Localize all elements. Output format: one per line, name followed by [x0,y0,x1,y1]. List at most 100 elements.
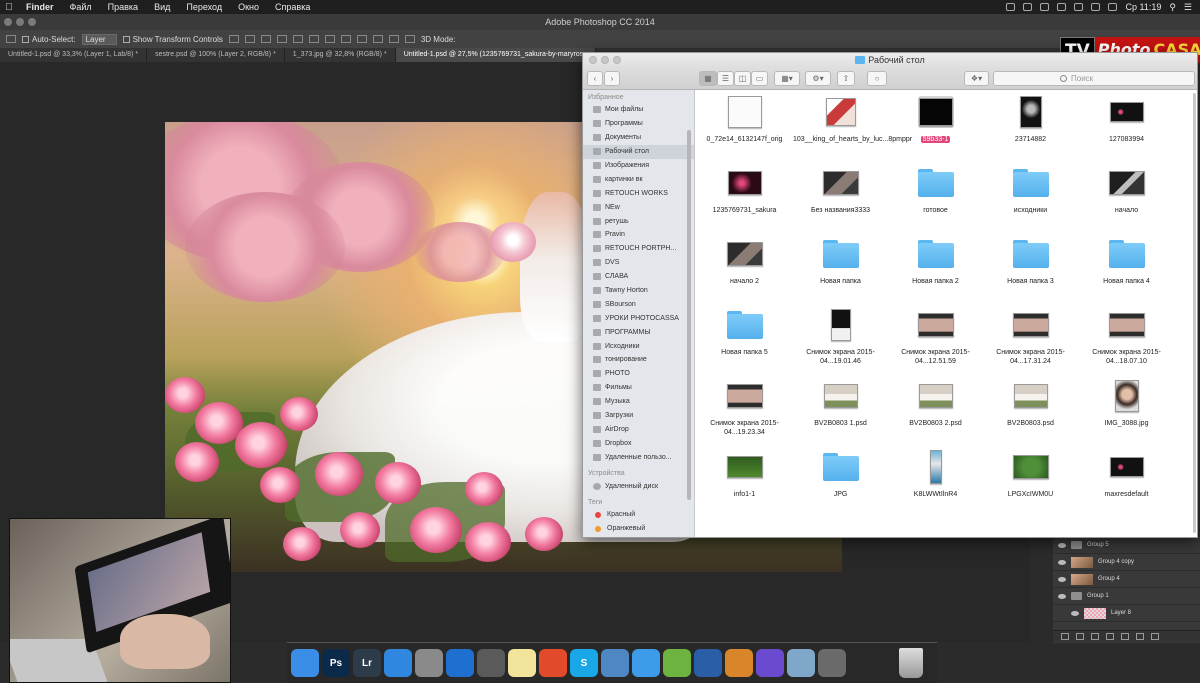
file-item[interactable]: BV2B0803 2.psd [888,374,983,444]
adjustment-icon[interactable] [1106,633,1114,640]
coverflow-view-button[interactable]: ▭ [751,71,768,86]
move-tool-icon[interactable] [6,35,16,43]
visibility-eye-icon[interactable] [1058,576,1066,582]
file-item[interactable]: начало 2 [697,232,792,302]
layer-row[interactable]: Group 5 [1053,537,1200,554]
photoshop-icon[interactable]: Ps [322,649,350,677]
file-item[interactable]: Снимок экрана 2015-04...12.51.59 [888,303,983,373]
folder-item[interactable]: Новая папка 5 [697,303,792,373]
align-right-icon[interactable] [308,35,319,43]
share-button[interactable]: ⇧ [837,71,855,86]
sidebar-item[interactable]: Tawny Horton [583,284,694,298]
visibility-eye-icon[interactable] [1058,559,1066,565]
status-icon[interactable] [1006,3,1016,11]
minimize-button[interactable] [16,18,24,26]
document-tab-active[interactable]: Untitled-1.psd @ 27,5% (1235769731_sakur… [395,48,597,62]
align-left-icon[interactable] [276,35,287,43]
sidebar-tag-item[interactable]: Красный [583,508,694,522]
align-middle-icon[interactable] [244,35,255,43]
sidebar-item[interactable]: Исходники [583,339,694,353]
file-item[interactable]: 1235769731_sakura [697,161,792,231]
file-item[interactable]: Без названия3333 [793,161,888,231]
wifi-icon[interactable] [1057,3,1067,11]
status-icon[interactable] [1040,3,1050,11]
distribute-icon[interactable] [324,35,335,43]
auto-select-dropdown[interactable]: Layer [81,33,117,45]
sidebar-scrollbar[interactable] [687,130,691,500]
menu-app-name[interactable]: Finder [18,2,62,12]
file-item[interactable]: 127083994 [1079,90,1174,160]
file-item[interactable]: Снимок экрана 2015-04...19.23.34 [697,374,792,444]
icon-view-button[interactable]: ▦ [699,71,717,86]
file-item[interactable]: info1-1 [697,445,792,515]
notes-icon[interactable] [508,649,536,677]
sidebar-device-item[interactable]: Удаленный диск [583,479,694,493]
status-icon[interactable] [1023,3,1033,11]
sidebar-item[interactable]: Dropbox [583,436,694,450]
layer-row[interactable]: Group 4 copy [1053,554,1200,571]
file-item[interactable]: 0_72e14_6132147f_orig [697,90,792,160]
folder-item[interactable]: готовое [888,161,983,231]
layer-row[interactable]: Group 4 [1053,571,1200,588]
layer-row[interactable]: Layer 8 [1053,605,1200,622]
sidebar-item[interactable]: СЛАВА [583,270,694,284]
sidebar-tag-item[interactable]: Оранжевый [583,522,694,536]
volume-icon[interactable] [1074,3,1084,11]
sidebar-item[interactable]: SBourson [583,297,694,311]
speaker-icon[interactable] [818,649,846,677]
garageband-icon[interactable] [725,649,753,677]
layer-row[interactable]: Group 1 [1053,588,1200,605]
file-item[interactable]: 23714882 [983,90,1078,160]
link-icon[interactable] [1061,633,1069,640]
menu-view[interactable]: Вид [146,2,178,12]
dropbox-button[interactable]: ❖▾ [964,71,989,86]
transform-checkbox[interactable]: Show Transform Controls [122,35,223,44]
menu-window[interactable]: Окно [230,2,267,12]
sidebar-item[interactable]: Фильмы [583,381,694,395]
flag-icon[interactable] [1091,3,1101,11]
zoom-button[interactable] [613,56,621,64]
mask-icon[interactable] [1091,633,1099,640]
auto-select-checkbox[interactable]: Auto-Select: [22,35,76,44]
reeder-icon[interactable] [539,649,567,677]
arrange-button[interactable]: ▦▾ [774,71,800,86]
menu-go[interactable]: Переход [178,2,230,12]
file-item[interactable]: BV2B0803 1.psd [793,374,888,444]
distribute-icon[interactable] [404,35,415,43]
iphoto-icon[interactable] [787,649,815,677]
clock[interactable]: Ср 11:19 [1125,2,1161,12]
file-item[interactable]: Снимок экрана 2015-04...19.01.46 [793,303,888,373]
file-item[interactable]: начало [1079,161,1174,231]
visibility-eye-icon[interactable] [1058,593,1066,599]
file-item[interactable]: BV2B0803.psd [983,374,1078,444]
file-item[interactable]: Снимок экрана 2015-04...18.07.10 [1079,303,1174,373]
list-view-button[interactable]: ☰ [717,71,734,86]
align-center-icon[interactable] [292,35,303,43]
sidebar-item[interactable]: RETOUCH PORTPH... [583,242,694,256]
utorrent-icon[interactable] [663,649,691,677]
document-tab[interactable]: sestre.psd @ 100% (Layer 2, RGB/8) * [147,48,285,62]
sidebar-item[interactable]: Pravin [583,228,694,242]
distribute-icon[interactable] [356,35,367,43]
tags-button[interactable]: ○ [867,71,887,86]
distribute-icon[interactable] [372,35,383,43]
action-gear-button[interactable]: ⚙▾ [805,71,831,86]
sidebar-item[interactable]: Загрузки [583,409,694,423]
sidebar-item[interactable]: DVS [583,256,694,270]
close-button[interactable] [589,56,597,64]
sidebar-item[interactable]: Изображения [583,159,694,173]
distribute-icon[interactable] [388,35,399,43]
finder-icon[interactable] [291,649,319,677]
visibility-eye-icon[interactable] [1071,610,1079,616]
checkbox-box[interactable] [122,35,130,43]
folder-item[interactable]: JPG [793,445,888,515]
apple-icon[interactable]:  [0,2,18,13]
column-view-button[interactable]: ◫ [734,71,751,86]
back-button[interactable]: ‹ [587,71,603,86]
sidebar-item[interactable]: Музыка [583,395,694,409]
menu-file[interactable]: Файл [62,2,100,12]
trash-icon[interactable] [899,648,923,678]
system-preferences-icon[interactable] [415,649,443,677]
document-tab[interactable]: Untitled-1.psd @ 33,3% (Layer 1, Lab/8) … [0,48,148,62]
menu-help[interactable]: Справка [267,2,318,12]
